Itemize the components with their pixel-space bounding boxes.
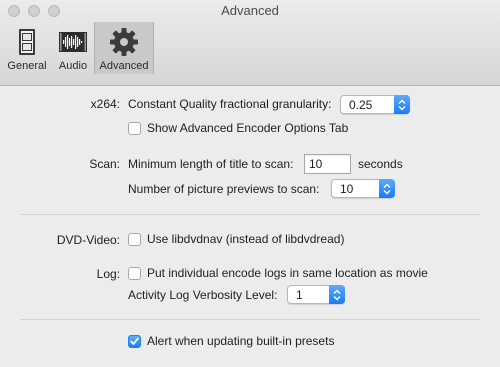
log-section-label: Log: [96,267,120,281]
audio-waveform-icon [59,32,87,52]
granularity-value: 0.25 [349,97,373,112]
granularity-popup[interactable]: 0.25 [340,95,410,114]
tab-general[interactable]: General [4,22,50,74]
dvd-section-label: DVD-Video: [56,233,120,247]
tab-audio[interactable]: Audio [53,22,93,74]
encode-logs-label: Put individual encode logs in same locat… [147,266,428,280]
popup-arrows-icon [394,95,410,114]
show-advanced-tab-label: Show Advanced Encoder Options Tab [147,121,349,135]
gear-icon [110,28,138,56]
min-length-input[interactable]: 10 [304,154,351,174]
tab-advanced[interactable]: Advanced [94,22,154,74]
libdvdnav-label: Use libdvdnav (instead of libdvdread) [147,232,345,246]
scan-section-label: Scan: [89,157,120,171]
encode-logs-checkbox[interactable] [128,266,141,280]
show-advanced-tab-row[interactable]: Show Advanced Encoder Options Tab [128,118,348,138]
verbosity-label: Activity Log Verbosity Level: [128,288,278,302]
popup-arrows-icon [329,285,345,304]
min-length-label: Minimum length of title to scan: [128,157,294,171]
show-advanced-tab-checkbox[interactable] [128,121,141,135]
separator [20,319,480,320]
title-bar: Advanced General Audio Advanced [0,0,500,86]
tab-audio-label: Audio [58,60,88,72]
preferences-window: Advanced General Audio Advanced x264: Co… [0,0,500,367]
libdvdnav-checkbox[interactable] [128,232,141,246]
general-icon [19,29,35,55]
separator [20,214,480,215]
alert-presets-label: Alert when updating built-in presets [147,334,335,348]
previews-popup[interactable]: 10 [331,179,395,198]
encode-logs-row[interactable]: Put individual encode logs in same locat… [128,263,428,283]
verbosity-value: 1 [296,287,303,302]
alert-presets-row[interactable]: Alert when updating built-in presets [128,331,334,351]
tab-advanced-label: Advanced [99,60,149,72]
granularity-label: Constant Quality fractional granularity: [128,97,332,111]
x264-section-label: x264: [90,97,120,111]
verbosity-popup[interactable]: 1 [287,285,345,304]
min-length-unit: seconds [358,157,403,171]
checkmark-icon [130,337,139,345]
window-title: Advanced [221,3,279,18]
previews-label: Number of picture previews to scan: [128,182,320,196]
tab-general-label: General [7,60,47,72]
libdvdnav-row[interactable]: Use libdvdnav (instead of libdvdread) [128,229,344,249]
alert-presets-checkbox[interactable] [128,334,141,348]
popup-arrows-icon [379,179,395,198]
previews-value: 10 [340,181,354,196]
